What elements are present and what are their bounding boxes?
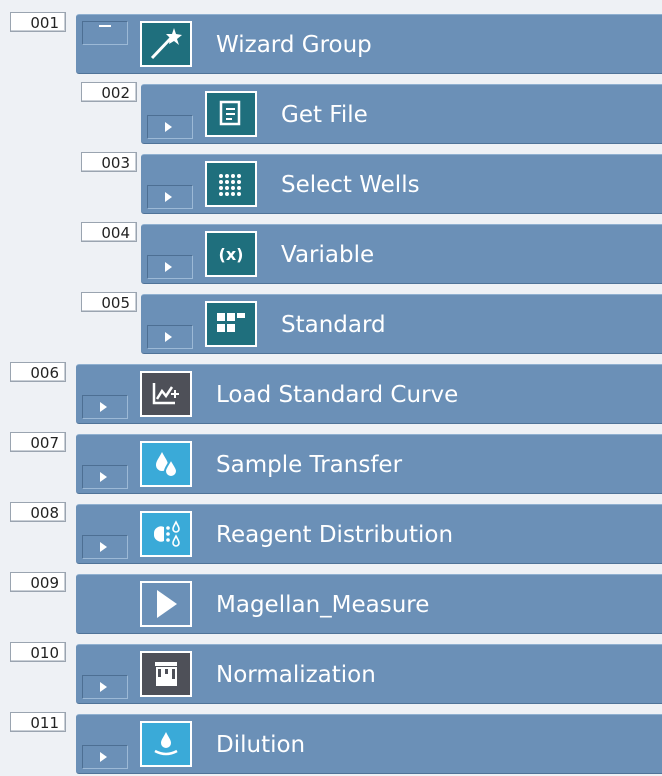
collapse-toggle[interactable] <box>82 21 128 45</box>
expand-toggle[interactable] <box>82 535 128 559</box>
step-number: 005 <box>81 292 137 312</box>
file-icon <box>205 91 257 137</box>
step-row: 007 Sample Transfer <box>0 426 662 496</box>
step-number: 008 <box>10 502 66 522</box>
step-row: 005 Standard <box>0 286 662 356</box>
step-label: Variable <box>281 242 375 268</box>
droplets-icon <box>140 441 192 487</box>
step-label: Select Wells <box>281 172 420 198</box>
wells-grid-icon <box>205 161 257 207</box>
variable-icon-text: (x) <box>218 244 244 264</box>
step-number: 004 <box>81 222 137 242</box>
normalization-icon <box>140 651 192 697</box>
step-bar[interactable]: (x) Variable <box>141 224 662 284</box>
step-number: 011 <box>10 712 66 732</box>
step-bar[interactable]: Wizard Group <box>76 14 662 74</box>
variable-icon: (x) <box>205 231 257 277</box>
step-label: Get File <box>281 102 368 128</box>
standard-grid-icon <box>205 301 257 347</box>
step-row: 003 Select Wells <box>0 146 662 216</box>
step-bar[interactable]: Get File <box>141 84 662 144</box>
step-row: 011 Dilution <box>0 706 662 776</box>
step-bar[interactable]: Dilution <box>76 714 662 774</box>
step-bar[interactable]: Magellan_Measure <box>76 574 662 634</box>
expand-toggle[interactable] <box>147 255 193 279</box>
play-icon <box>140 581 192 627</box>
step-bar[interactable]: Load Standard Curve <box>76 364 662 424</box>
step-label: Wizard Group <box>216 32 372 58</box>
step-bar[interactable]: Normalization <box>76 644 662 704</box>
expand-toggle[interactable] <box>82 675 128 699</box>
step-label: Normalization <box>216 662 376 688</box>
step-row: 006 Load Standard Curve <box>0 356 662 426</box>
expand-toggle[interactable] <box>147 115 193 139</box>
step-number: 009 <box>10 572 66 592</box>
step-label: Reagent Distribution <box>216 522 454 548</box>
expand-toggle[interactable] <box>82 745 128 769</box>
step-number: 007 <box>10 432 66 452</box>
step-number: 003 <box>81 152 137 172</box>
step-row: 001 Wizard Group <box>0 6 662 76</box>
expand-toggle[interactable] <box>147 185 193 209</box>
step-label: Magellan_Measure <box>216 592 430 618</box>
step-bar[interactable]: Select Wells <box>141 154 662 214</box>
step-bar[interactable]: Sample Transfer <box>76 434 662 494</box>
step-number: 010 <box>10 642 66 662</box>
step-bar[interactable]: Reagent Distribution <box>76 504 662 564</box>
step-number: 001 <box>10 12 66 32</box>
dilution-icon <box>140 721 192 767</box>
expand-toggle[interactable] <box>82 465 128 489</box>
expand-toggle[interactable] <box>147 325 193 349</box>
step-row: 008 Reagent Distribution <box>0 496 662 566</box>
step-row: 002 Get File <box>0 76 662 146</box>
curve-icon <box>140 371 192 417</box>
expand-toggle[interactable] <box>82 395 128 419</box>
step-row: 010 Normalization <box>0 636 662 706</box>
step-label: Dilution <box>216 732 306 758</box>
step-number: 002 <box>81 82 137 102</box>
step-number: 006 <box>10 362 66 382</box>
step-row: 009 Magellan_Measure <box>0 566 662 636</box>
wand-icon <box>140 21 192 67</box>
step-label: Standard <box>281 312 386 338</box>
step-label: Load Standard Curve <box>216 382 459 408</box>
step-row: 004 (x) Variable <box>0 216 662 286</box>
step-label: Sample Transfer <box>216 452 403 478</box>
reagent-icon <box>140 511 192 557</box>
step-bar[interactable]: Standard <box>141 294 662 354</box>
